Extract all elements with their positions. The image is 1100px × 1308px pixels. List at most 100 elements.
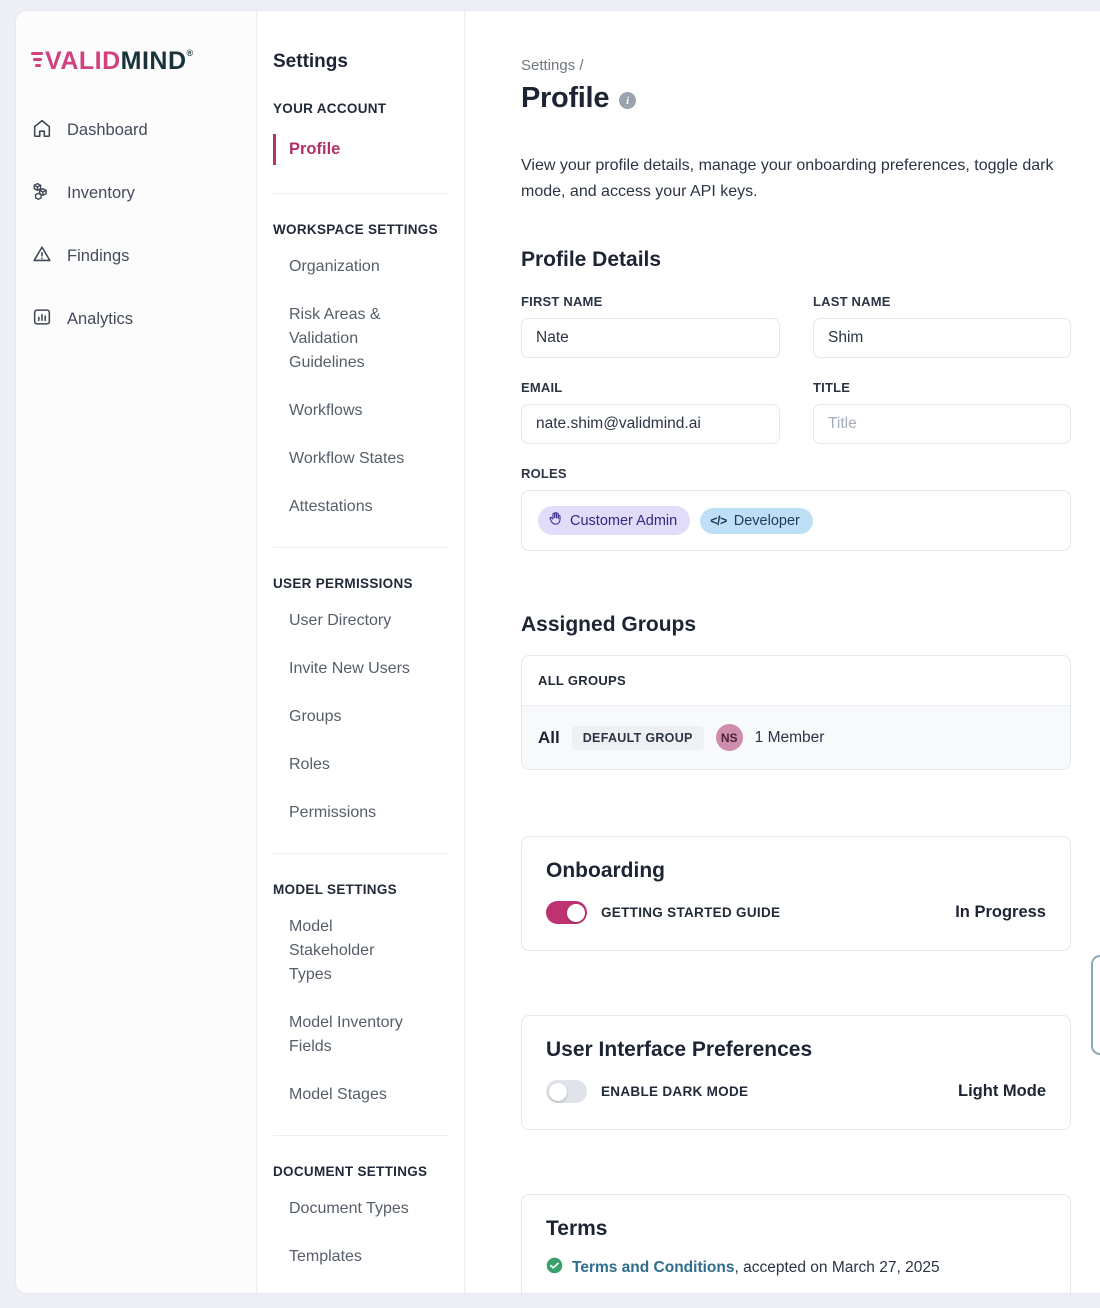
settings-nav-item-roles[interactable]: Roles xyxy=(289,753,415,777)
settings-nav-item-templates[interactable]: Templates xyxy=(289,1245,415,1269)
cubes-icon xyxy=(31,180,53,207)
onboarding-status: In Progress xyxy=(955,903,1046,922)
sidebar-item-findings[interactable]: Findings xyxy=(31,232,256,281)
settings-nav-item-groups[interactable]: Groups xyxy=(289,705,415,729)
assigned-groups-card: ALL GROUPS All DEFAULT GROUP NS 1 Member xyxy=(521,655,1071,770)
sidebar-item-label: Findings xyxy=(67,247,129,266)
settings-nav-item-organization[interactable]: Organization xyxy=(289,255,415,279)
title-field[interactable] xyxy=(813,404,1071,444)
logo-mind: MIND xyxy=(121,47,187,75)
settings-nav-item-user-directory[interactable]: User Directory xyxy=(289,609,415,633)
floating-side-tab[interactable] xyxy=(1091,955,1100,1055)
toggle-knob xyxy=(567,904,585,922)
info-icon[interactable]: i xyxy=(619,92,636,109)
section-label-model-settings: MODEL SETTINGS xyxy=(273,882,448,897)
sidebar-item-dashboard[interactable]: Dashboard xyxy=(31,106,256,155)
assigned-groups-heading: Assigned Groups xyxy=(521,613,1100,637)
section-label-document-settings: DOCUMENT SETTINGS xyxy=(273,1164,448,1179)
getting-started-guide-label: GETTING STARTED GUIDE xyxy=(601,905,780,920)
settings-nav-panel: Settings YOUR ACCOUNT Profile WORKSPACE … xyxy=(257,11,465,1293)
check-circle-icon xyxy=(546,1257,563,1279)
group-name: All xyxy=(538,728,560,748)
logo-valid: VALID xyxy=(45,47,121,75)
settings-nav-item-workflow-states[interactable]: Workflow States xyxy=(289,447,415,471)
breadcrumb-settings[interactable]: Settings xyxy=(521,57,575,74)
code-icon: </> xyxy=(710,514,727,528)
page-title: Profile xyxy=(521,82,609,115)
terms-and-conditions-link[interactable]: Terms and Conditions xyxy=(572,1259,734,1276)
sidebar-item-label: Analytics xyxy=(67,310,133,329)
roles-container: Customer Admin </> Developer xyxy=(521,490,1071,551)
divider xyxy=(273,193,448,194)
first-name-field[interactable] xyxy=(521,318,780,358)
app-window: VALIDMIND® Dashboard Inventory Findings … xyxy=(15,10,1100,1294)
breadcrumb: Settings / xyxy=(521,57,1100,74)
default-group-badge: DEFAULT GROUP xyxy=(572,726,704,750)
terms-accepted-text: , accepted on March 27, 2025 xyxy=(734,1259,939,1276)
page-description: View your profile details, manage your o… xyxy=(521,153,1066,204)
settings-nav-item-block-library[interactable]: Block Library xyxy=(289,1293,415,1294)
section-label-workspace-settings: WORKSPACE SETTINGS xyxy=(273,222,448,237)
member-count: 1 Member xyxy=(755,729,825,747)
settings-nav-item-model-stages[interactable]: Model Stages xyxy=(289,1083,415,1107)
settings-nav-item-profile[interactable]: Profile xyxy=(273,134,448,165)
onboarding-heading: Onboarding xyxy=(546,859,1046,883)
sidebar-item-label: Dashboard xyxy=(67,121,148,140)
role-badge-customer-admin[interactable]: Customer Admin xyxy=(538,506,690,535)
bar-chart-icon xyxy=(31,306,53,333)
role-badge-label: Developer xyxy=(734,513,800,529)
settings-nav-item-attestations[interactable]: Attestations xyxy=(289,495,415,519)
group-row[interactable]: All DEFAULT GROUP NS 1 Member xyxy=(522,705,1070,769)
enable-dark-mode-toggle[interactable] xyxy=(546,1080,587,1103)
settings-nav-item-permissions[interactable]: Permissions xyxy=(289,801,415,825)
warning-triangle-icon xyxy=(31,243,53,270)
enable-dark-mode-label: ENABLE DARK MODE xyxy=(601,1084,748,1099)
registered-mark: ® xyxy=(187,48,194,58)
profile-form: FIRST NAME LAST NAME EMAIL TITLE xyxy=(521,272,1071,444)
ui-mode-status: Light Mode xyxy=(958,1082,1046,1101)
settings-nav-item-risk-areas[interactable]: Risk Areas & Validation Guidelines xyxy=(289,303,415,375)
toggle-knob xyxy=(549,1083,567,1101)
email-label: EMAIL xyxy=(521,380,780,395)
settings-nav-title: Settings xyxy=(273,51,448,73)
hand-icon xyxy=(548,511,563,530)
logo-text: VALIDMIND® xyxy=(45,49,194,74)
role-badge-label: Customer Admin xyxy=(570,513,677,529)
validmind-logo[interactable]: VALIDMIND® xyxy=(31,49,256,74)
groups-column-header: ALL GROUPS xyxy=(522,656,1070,705)
logo-dashes-icon xyxy=(31,52,43,67)
main-content: Settings / Profile i View your profile d… xyxy=(465,11,1100,1293)
onboarding-card: Onboarding GETTING STARTED GUIDE In Prog… xyxy=(521,836,1071,951)
breadcrumb-separator: / xyxy=(579,57,583,74)
settings-nav-item-model-stakeholder-types[interactable]: Model Stakeholder Types xyxy=(289,915,415,987)
last-name-field[interactable] xyxy=(813,318,1071,358)
divider xyxy=(273,1135,448,1136)
first-name-label: FIRST NAME xyxy=(521,294,780,309)
role-badge-developer[interactable]: </> Developer xyxy=(700,508,813,534)
profile-details-heading: Profile Details xyxy=(521,248,1100,272)
terms-line: Terms and Conditions, accepted on March … xyxy=(546,1257,1046,1279)
getting-started-guide-toggle[interactable] xyxy=(546,901,587,924)
settings-nav-item-invite-new-users[interactable]: Invite New Users xyxy=(289,657,415,681)
title-label: TITLE xyxy=(813,380,1071,395)
settings-nav-item-workflows[interactable]: Workflows xyxy=(289,399,415,423)
email-field[interactable] xyxy=(521,404,780,444)
settings-nav-item-document-types[interactable]: Document Types xyxy=(289,1197,415,1221)
section-label-your-account: YOUR ACCOUNT xyxy=(273,101,448,116)
ui-preferences-card: User Interface Preferences ENABLE DARK M… xyxy=(521,1015,1071,1130)
divider xyxy=(273,547,448,548)
sidebar-item-analytics[interactable]: Analytics xyxy=(31,295,256,344)
ui-preferences-heading: User Interface Preferences xyxy=(546,1038,1046,1062)
app-sidebar: VALIDMIND® Dashboard Inventory Findings … xyxy=(16,11,257,1293)
terms-heading: Terms xyxy=(546,1217,1046,1241)
roles-label: ROLES xyxy=(521,466,1100,481)
sidebar-item-label: Inventory xyxy=(67,184,135,203)
avatar[interactable]: NS xyxy=(716,724,743,751)
divider xyxy=(273,853,448,854)
settings-nav-item-model-inventory-fields[interactable]: Model Inventory Fields xyxy=(289,1011,415,1059)
section-label-user-permissions: USER PERMISSIONS xyxy=(273,576,448,591)
terms-card: Terms Terms and Conditions, accepted on … xyxy=(521,1194,1071,1294)
home-icon xyxy=(31,117,53,144)
sidebar-item-inventory[interactable]: Inventory xyxy=(31,169,256,218)
last-name-label: LAST NAME xyxy=(813,294,1071,309)
